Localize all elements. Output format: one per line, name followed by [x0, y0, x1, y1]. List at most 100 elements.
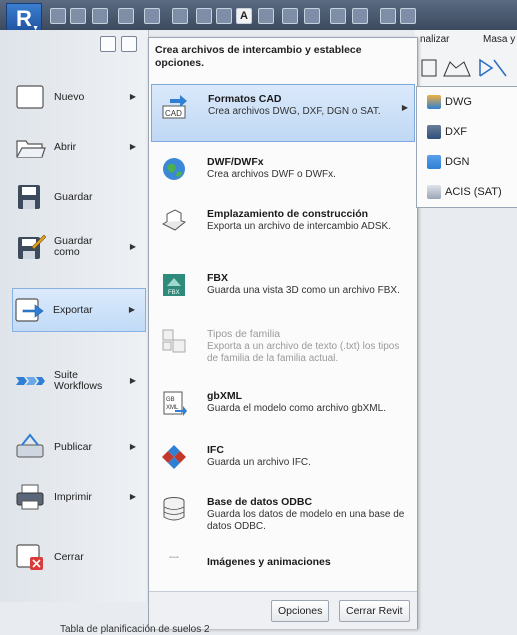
flyout-item-title: Base de datos ODBC [207, 496, 313, 508]
menu-item-label: Nuevo [54, 90, 85, 103]
chevron-right-icon: ▶ [129, 376, 136, 385]
menu-item-publicar[interactable]: Publicar ▶ [14, 426, 146, 468]
pointer-icon[interactable] [380, 8, 396, 24]
export-flyout-menu: Crea archivos de intercambio y establece… [148, 37, 418, 629]
fbx-icon: FBX [163, 274, 185, 296]
building-site-icon [161, 209, 187, 231]
status-text: Tabla de planificación de suelos 2 [60, 624, 210, 635]
tag-icon[interactable] [216, 8, 232, 24]
sync-icon[interactable] [92, 8, 108, 24]
chevron-right-icon: ▶ [129, 492, 136, 501]
thin-lines-icon[interactable] [304, 8, 320, 24]
3d-view-icon[interactable] [258, 8, 274, 24]
flyout-item-description: Exporta un archivo de intercambio ADSK. [207, 221, 391, 232]
recent-documents-icon[interactable] [100, 36, 116, 52]
flyout-item-title: DWF/DWFx [207, 156, 264, 168]
quick-access-toolbar: R ▼ A [0, 0, 517, 35]
submenu-item-dxf[interactable]: DXF [427, 123, 467, 141]
printer-icon [16, 484, 44, 510]
dwg-icon [427, 95, 441, 109]
menu-item-label: Imprimir [54, 490, 92, 503]
flyout-item-title: Imágenes y animaciones [207, 556, 331, 568]
flyout-item-description: Crea archivos DWF o DWFx. [207, 169, 336, 180]
measure-icon[interactable] [172, 8, 188, 24]
open-documents-icon[interactable] [121, 36, 138, 52]
menu-item-label: Exportar [53, 303, 93, 316]
menu-item-guardar-como[interactable]: Guardar como ▶ [14, 226, 146, 268]
flyout-item-title: Tipos de familia [207, 328, 281, 340]
sat-icon [427, 185, 441, 199]
flyout-item-description: Exporta a un archivo de texto (.txt) los… [207, 341, 400, 364]
flyout-item-building-site[interactable]: Emplazamiento de construcción Exporta un… [151, 200, 413, 256]
chevron-right-icon: ▶ [129, 242, 136, 251]
svg-text:FBX: FBX [168, 290, 180, 296]
gbxml-icon: GB XML [163, 391, 187, 416]
menu-item-abrir[interactable]: Abrir ▶ [14, 126, 146, 168]
submenu-item-label: DWG [445, 96, 472, 108]
chevron-right-icon: ▶ [129, 442, 136, 451]
flyout-item-cad-formats[interactable]: CAD Formatos CAD Crea archivos DWG, DXF,… [151, 84, 415, 142]
submenu-item-dgn[interactable]: DGN [427, 153, 469, 171]
menu-item-guardar[interactable]: Guardar [14, 176, 146, 218]
globe-icon [163, 158, 185, 180]
close-hidden-icon[interactable] [330, 8, 346, 24]
menu-item-nuevo[interactable]: Nuevo ▶ [14, 76, 146, 118]
close-revit-button[interactable]: Cerrar Revit [339, 600, 410, 622]
menu-item-label: Suite Workflows [54, 369, 103, 392]
menu-item-exportar[interactable]: Exportar ▶ [12, 288, 146, 332]
submenu-item-dwg[interactable]: DWG [427, 93, 472, 111]
ribbon-icons [421, 58, 507, 77]
menu-item-label: Abrir [54, 140, 77, 153]
publish-icon [16, 433, 44, 458]
save-as-icon [18, 234, 46, 259]
chevron-right-icon: ▶ [128, 305, 135, 314]
open-icon[interactable] [50, 8, 66, 24]
close-document-icon [16, 544, 43, 570]
tab-masa[interactable]: Masa y [483, 34, 515, 45]
chevron-right-icon: ▶ [129, 92, 136, 101]
cad-formats-submenu: DWG DXF DGN ACIS (SAT) [416, 86, 517, 208]
text-icon[interactable]: A [236, 8, 252, 24]
submenu-item-acis-sat[interactable]: ACIS (SAT) [427, 183, 502, 201]
film-icon [169, 556, 179, 558]
options-button[interactable]: Opciones [271, 600, 330, 622]
chevron-right-icon: ▶ [129, 142, 136, 151]
flyout-item-title: Formatos CAD [208, 93, 282, 105]
cad-export-icon: CAD [162, 95, 187, 119]
flyout-item-description: Guarda un archivo IFC. [207, 457, 311, 468]
menu-item-imprimir[interactable]: Imprimir ▶ [14, 476, 146, 518]
section-icon[interactable] [282, 8, 298, 24]
flyout-item-images-animations[interactable]: Imágenes y animaciones [151, 548, 413, 578]
undo-icon[interactable] [118, 8, 134, 24]
switch-windows-icon[interactable] [352, 8, 368, 24]
menu-item-cerrar[interactable]: Cerrar [14, 536, 146, 578]
redo-icon[interactable] [144, 8, 160, 24]
flyout-item-title: gbXML [207, 390, 242, 402]
flyout-item-description: Guarda los datos de modelo en una base d… [207, 509, 405, 532]
workflow-arrows-icon [16, 377, 45, 385]
flyout-item-title: IFC [207, 444, 224, 456]
submenu-item-label: DXF [445, 126, 467, 138]
export-icon [15, 298, 44, 322]
flyout-item-ifc[interactable]: IFC Guarda un archivo IFC. [151, 436, 413, 492]
submenu-item-label: ACIS (SAT) [445, 186, 502, 198]
tab-analizar[interactable]: nalizar [420, 34, 449, 45]
dimension-icon[interactable] [196, 8, 212, 24]
flyout-item-fbx[interactable]: FBX FBX Guarda una vista 3D como un arch… [151, 264, 413, 320]
flyout-header: Crea archivos de intercambio y establece… [155, 44, 362, 69]
menu-item-label: Cerrar [54, 550, 84, 563]
svg-text:GB: GB [166, 397, 175, 403]
flyout-item-odbc[interactable]: Base de datos ODBC Guarda los datos de m… [151, 488, 413, 544]
flyout-item-dwf[interactable]: DWF/DWFx Crea archivos DWF o DWFx. [151, 148, 413, 204]
save-icon[interactable] [70, 8, 86, 24]
flyout-item-description: Crea archivos DWG, DXF, DGN o SAT. [208, 106, 381, 117]
flyout-item-family-types: Tipos de familia Exporta a un archivo de… [151, 320, 413, 376]
database-icon [163, 497, 185, 521]
open-folder-icon [16, 140, 46, 158]
flyout-item-gbxml[interactable]: GB XML gbXML Guarda el modelo como archi… [151, 382, 413, 438]
menu-item-suite-workflows[interactable]: Suite Workflows ▶ [14, 360, 146, 402]
flyout-item-title: Emplazamiento de construcción [207, 208, 369, 220]
dxf-icon [427, 125, 441, 139]
customize-icon[interactable] [400, 8, 416, 24]
recent-docs-buttons [100, 36, 139, 55]
